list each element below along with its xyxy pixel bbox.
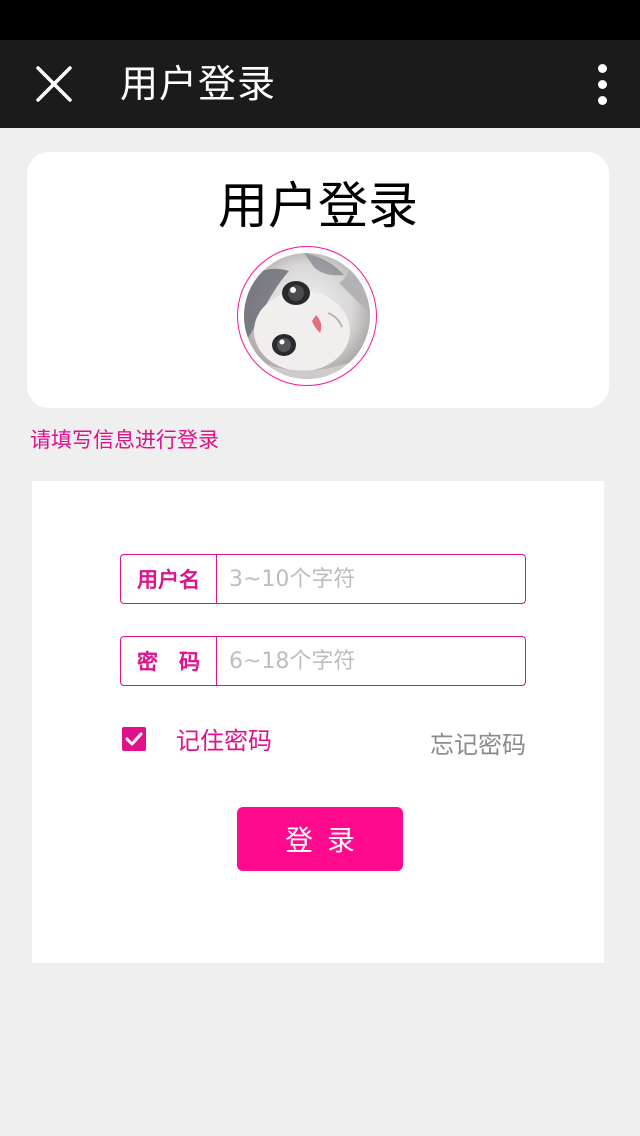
more-button[interactable] xyxy=(590,62,614,106)
checkmark-icon xyxy=(125,732,143,745)
nav-bar: 用户登录 xyxy=(0,40,640,128)
forgot-password-link[interactable]: 忘记密码 xyxy=(430,725,526,760)
more-vertical-icon xyxy=(590,64,614,105)
nav-title: 用户登录 xyxy=(120,62,277,106)
login-button[interactable]: 登录 xyxy=(237,807,403,871)
remember-checkbox[interactable] xyxy=(122,726,146,751)
page-title: 用户登录 xyxy=(218,177,418,235)
header-card: 用户登录 xyxy=(27,152,609,408)
status-bar xyxy=(0,0,640,40)
close-icon xyxy=(36,66,72,102)
login-hint: 请填写信息进行登录 xyxy=(30,428,219,452)
avatar-ring xyxy=(237,246,377,386)
password-label: 密 码 xyxy=(121,637,217,685)
password-input[interactable] xyxy=(217,637,525,685)
username-field: 用户名 xyxy=(120,554,526,604)
username-label: 用户名 xyxy=(121,555,217,603)
avatar xyxy=(244,253,370,379)
login-form: 用户名 密 码 记住密码 忘记密码 登录 xyxy=(32,481,604,963)
close-button[interactable] xyxy=(24,54,84,114)
remember-label: 记住密码 xyxy=(176,727,272,755)
remember-password-toggle[interactable]: 记住密码 xyxy=(122,721,272,756)
cat-avatar-image xyxy=(244,253,370,379)
username-input[interactable] xyxy=(217,555,525,603)
password-field: 密 码 xyxy=(120,636,526,686)
